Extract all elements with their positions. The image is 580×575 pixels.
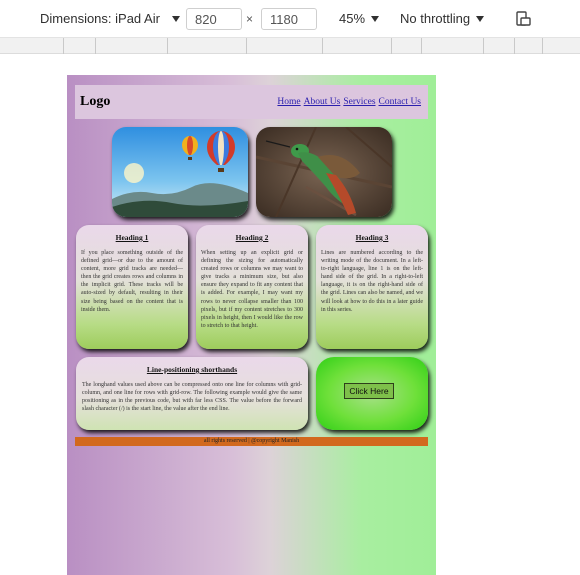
balloon-image xyxy=(112,127,248,217)
throttle-select-label: No throttling xyxy=(400,11,471,26)
device-select-label: Dimensions: iPad Air xyxy=(40,11,160,26)
card-text: If you place something outside of the de… xyxy=(81,250,183,313)
card-text: The longhand values used above can be co… xyxy=(82,382,302,413)
card-heading: Line-positioning shorthands xyxy=(146,365,238,374)
width-input[interactable] xyxy=(186,8,242,30)
site-header: Logo Home About Us Services Contact Us xyxy=(75,85,428,119)
content-card: Heading 1 If you place something outside… xyxy=(76,225,188,349)
media-query-ruler xyxy=(0,38,580,54)
card-heading: Heading 2 xyxy=(235,233,269,242)
nav-link-contact[interactable]: Contact Us xyxy=(379,97,421,107)
site-footer: all rights reserved | @copyright Manish xyxy=(75,437,428,446)
site-logo: Logo xyxy=(80,94,111,109)
zoom-select[interactable]: 45% xyxy=(339,11,380,26)
chevron-down-icon xyxy=(171,15,180,22)
nav-link-services[interactable]: Services xyxy=(343,97,375,107)
button-card: Click Here xyxy=(316,357,428,430)
nav-link-about[interactable]: About Us xyxy=(304,97,341,107)
height-input[interactable] xyxy=(261,8,317,30)
click-here-button[interactable]: Click Here xyxy=(344,382,394,399)
dimension-separator: × xyxy=(246,12,254,26)
content-card: Heading 3 Lines are numbered according t… xyxy=(316,225,428,349)
device-select[interactable]: Dimensions: iPad Air xyxy=(40,11,180,26)
chevron-down-icon xyxy=(371,15,380,22)
emulated-page: Logo Home About Us Services Contact Us H… xyxy=(67,75,436,575)
content-card: Heading 2 When setting up an explicit gr… xyxy=(196,225,308,349)
site-nav: Home About Us Services Contact Us xyxy=(277,97,421,107)
card-text: Lines are numbered according to the writ… xyxy=(321,250,423,313)
nav-link-home[interactable]: Home xyxy=(277,97,300,107)
shorthand-card: Line-positioning shorthands The longhand… xyxy=(76,357,308,430)
throttle-select[interactable]: No throttling xyxy=(400,11,485,26)
devtools-device-toolbar: Dimensions: iPad Air × 45% No throttling xyxy=(0,0,580,38)
chevron-down-icon xyxy=(476,15,485,22)
card-heading: Heading 1 xyxy=(115,233,149,242)
card-heading: Heading 3 xyxy=(355,233,389,242)
rotate-icon[interactable] xyxy=(514,10,532,28)
card-text: When setting up an explicit grid or defi… xyxy=(201,250,303,329)
hummingbird-image xyxy=(256,127,392,217)
zoom-select-label: 45% xyxy=(339,11,366,26)
